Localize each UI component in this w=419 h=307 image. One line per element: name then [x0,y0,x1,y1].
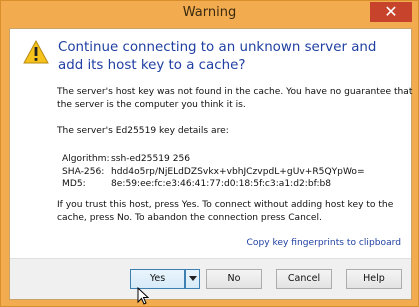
message-line: If you trust this host, press Yes. To co… [57,200,394,210]
yes-dropdown-button[interactable] [185,269,200,289]
message-line: The server's host key was not found in t… [57,87,413,97]
key-details-label: The server's Ed25519 key details are: [57,126,229,136]
key-details: Algorithm: ssh-ed25519 256 SHA-256: hdd4… [62,153,365,191]
trust-instructions: If you trust this host, press Yes. To co… [57,199,393,224]
copy-fingerprints-link[interactable]: Copy key fingerprints to clipboard [247,238,401,248]
unknown-key-message: The server's host key was not found in t… [57,86,412,111]
dialog-heading: Continue connecting to an unknown server… [58,40,377,73]
window-title: Warning [182,5,237,20]
triangle-down-icon [188,276,197,281]
key-row-algorithm: Algorithm: ssh-ed25519 256 [62,153,365,166]
title-bar[interactable]: Warning ✕ [1,1,418,27]
warning-dialog-window: Warning ✕ Continue connecting to an unkn… [0,0,419,307]
warning-triangle-icon [23,40,49,64]
key-value: 8e:59:ee:fc:e3:46:41:77:d0:18:5f:c3:a1:d… [111,179,332,189]
key-label: Algorithm: [62,154,110,164]
button-bar: Yes No Cancel Help [10,258,411,299]
key-value: ssh-ed25519 256 [111,154,191,164]
message-line: the server is the computer you think it … [57,99,246,110]
no-button[interactable]: No [206,269,262,289]
key-label: SHA-256: [62,166,105,177]
key-value: hdd4o5rp/NjELdDZSvkx+vbhJCzvpdL+gUv+R5QY… [111,166,365,177]
key-label: MD5: [62,179,86,189]
key-row-sha256: SHA-256: hdd4o5rp/NjELdDZSvkx+vbhJCzvpdL… [62,166,365,179]
cancel-button[interactable]: Cancel [276,269,332,289]
dialog-content: Continue connecting to an unknown server… [9,28,412,300]
mouse-pointer-icon [137,287,149,305]
close-button[interactable]: ✕ [370,2,412,22]
help-button[interactable]: Help [346,269,402,289]
message-line: cache, press No. To abandon the connecti… [57,212,322,223]
yes-button[interactable]: Yes [130,269,185,289]
key-row-md5: MD5: 8e:59:ee:fc:e3:46:41:77:d0:18:5f:c3… [62,178,365,191]
